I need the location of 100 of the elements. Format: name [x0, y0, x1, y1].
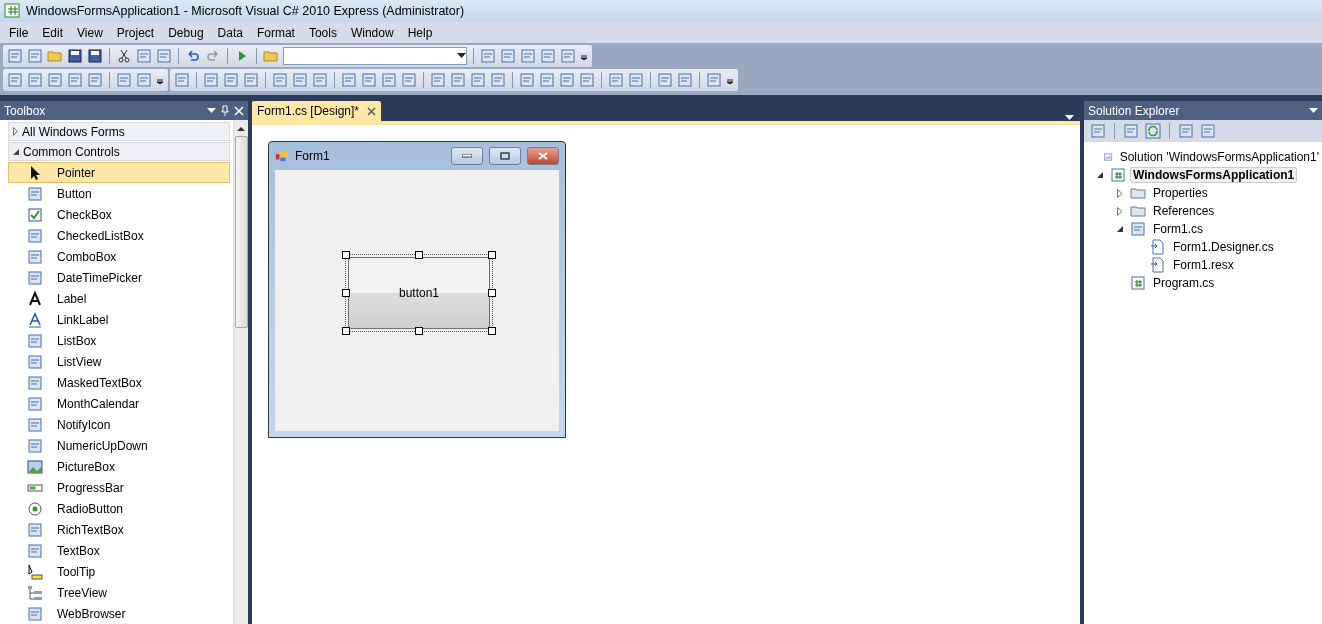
- item-label: Label: [57, 291, 87, 306]
- form-button[interactable]: button1: [348, 257, 490, 329]
- tree-item[interactable]: Solution 'WindowsFormsApplication1': [1116, 149, 1322, 165]
- toolbox-item[interactable]: TreeView: [8, 582, 230, 603]
- minimize-button[interactable]: [451, 147, 483, 165]
- collapse-triangle-icon[interactable]: [1096, 171, 1104, 179]
- menu-item[interactable]: File: [2, 23, 36, 42]
- collapse-triangle-icon[interactable]: [13, 148, 19, 155]
- undo-icon[interactable]: [185, 48, 201, 64]
- refresh-icon[interactable]: [1145, 123, 1161, 139]
- folder-icon: [1130, 185, 1146, 201]
- toolbox-item[interactable]: Pointer: [8, 162, 230, 183]
- item-label: TreeView: [57, 585, 108, 600]
- toolbox-item[interactable]: MonthCalendar: [8, 393, 230, 414]
- form-window[interactable]: Form1 button1: [268, 141, 566, 438]
- tree-item[interactable]: WindowsFormsApplication1: [1130, 167, 1298, 183]
- toolbox-item[interactable]: ListBox: [8, 330, 230, 351]
- resize-handle[interactable]: [488, 289, 496, 297]
- item-label: ToolTip: [57, 564, 96, 579]
- tree-item[interactable]: References: [1150, 203, 1218, 219]
- toolbox-item[interactable]: CheckedListBox: [8, 225, 230, 246]
- tree-item[interactable]: Form1.cs: [1150, 221, 1206, 237]
- item-label: DateTimePicker: [57, 270, 142, 285]
- panel-title: Toolbox: [4, 103, 46, 118]
- toolbox-item[interactable]: LinkLabel: [8, 309, 230, 330]
- toolbox-group[interactable]: Common Controls: [8, 142, 230, 161]
- menu-item[interactable]: Format: [249, 23, 302, 42]
- save-all-icon[interactable]: [87, 48, 103, 64]
- item-label: CheckBox: [57, 207, 112, 222]
- toolbox-item[interactable]: NumericUpDown: [8, 435, 230, 456]
- resize-handle[interactable]: [415, 327, 423, 335]
- scroll-up-icon[interactable]: [237, 126, 245, 132]
- form-title: Form1: [295, 149, 331, 163]
- pin-icon[interactable]: [221, 105, 229, 116]
- form-app-icon: [275, 149, 289, 163]
- close-icon[interactable]: [367, 106, 377, 116]
- resize-handle[interactable]: [342, 289, 350, 297]
- dropdown-arrow-icon[interactable]: [457, 53, 466, 59]
- toolbox-item[interactable]: TextBox: [8, 540, 230, 561]
- folder-icon[interactable]: [263, 48, 279, 64]
- close-button[interactable]: [527, 147, 559, 165]
- maximize-button[interactable]: [489, 147, 521, 165]
- resize-handle[interactable]: [488, 327, 496, 335]
- toolbox-item[interactable]: ListView: [8, 351, 230, 372]
- toolbox-item[interactable]: CheckBox: [8, 204, 230, 225]
- toolbox-item[interactable]: NotifyIcon: [8, 414, 230, 435]
- group-label: All Windows Forms: [22, 124, 125, 139]
- collapse-triangle-icon[interactable]: [1116, 225, 1124, 233]
- toolbox-item[interactable]: MaskedTextBox: [8, 372, 230, 393]
- label-glyph-icon: [27, 290, 43, 307]
- item-label: NumericUpDown: [57, 438, 148, 453]
- tree-item[interactable]: Form1.Designer.cs: [1170, 239, 1277, 255]
- document-icon: [1150, 239, 1166, 255]
- group-label: Common Controls: [23, 144, 120, 159]
- document-icon: [1150, 257, 1166, 273]
- resize-handle[interactable]: [415, 251, 423, 259]
- tree-item[interactable]: Properties: [1150, 185, 1211, 201]
- dropdown-arrow-icon[interactable]: [207, 107, 216, 114]
- item-label: RadioButton: [57, 501, 124, 516]
- checkbox-icon: [27, 206, 43, 223]
- tree-item[interactable]: Program.cs: [1150, 275, 1218, 291]
- toolbox-item[interactable]: ComboBox: [8, 246, 230, 267]
- item-label: Button: [57, 186, 92, 201]
- toolbox-item[interactable]: ToolTip: [8, 561, 230, 582]
- menu-item[interactable]: Project: [109, 23, 162, 42]
- save-icon[interactable]: [67, 48, 83, 64]
- scrollbar[interactable]: [233, 120, 248, 624]
- scissors-icon[interactable]: [116, 48, 132, 64]
- resize-handle[interactable]: [342, 327, 350, 335]
- toolbox-item[interactable]: PictureBox: [8, 456, 230, 477]
- menu-item[interactable]: Tools: [301, 23, 344, 42]
- resize-handle[interactable]: [488, 251, 496, 259]
- expand-triangle-icon[interactable]: [13, 127, 18, 136]
- expand-triangle-icon[interactable]: [1117, 206, 1123, 216]
- toolbox-item[interactable]: ProgressBar: [8, 477, 230, 498]
- dropdown-arrow-icon[interactable]: [1065, 115, 1074, 121]
- toolbox-group[interactable]: All Windows Forms: [8, 122, 230, 141]
- document-tab[interactable]: Form1.cs [Design]*: [252, 101, 382, 121]
- toolbox-item[interactable]: DateTimePicker: [8, 267, 230, 288]
- toolbox-item[interactable]: WebBrowser: [8, 603, 230, 624]
- item-label: TextBox: [57, 543, 100, 558]
- dropdown-arrow-icon[interactable]: [1309, 107, 1318, 114]
- toolbox-item[interactable]: Button: [8, 183, 230, 204]
- expand-triangle-icon[interactable]: [1117, 188, 1123, 198]
- resize-handle[interactable]: [342, 251, 350, 259]
- menu-item[interactable]: Data: [210, 23, 250, 42]
- toolbox-item[interactable]: Label: [8, 288, 230, 309]
- menu-item[interactable]: View: [70, 23, 110, 42]
- redo-icon[interactable]: [205, 48, 221, 64]
- code-file-icon: [1130, 275, 1146, 291]
- menu-item[interactable]: Window: [343, 23, 401, 42]
- tree-item[interactable]: Form1.resx: [1170, 257, 1237, 273]
- landscape-picture-icon: [27, 458, 43, 475]
- close-icon: [538, 152, 548, 160]
- menu-item[interactable]: Help: [400, 23, 440, 42]
- menu-item[interactable]: Edit: [35, 23, 71, 42]
- toolbox-item[interactable]: RadioButton: [8, 498, 230, 519]
- toolbox-item[interactable]: RichTextBox: [8, 519, 230, 540]
- menu-item[interactable]: Debug: [161, 23, 211, 42]
- item-label: ProgressBar: [57, 480, 124, 495]
